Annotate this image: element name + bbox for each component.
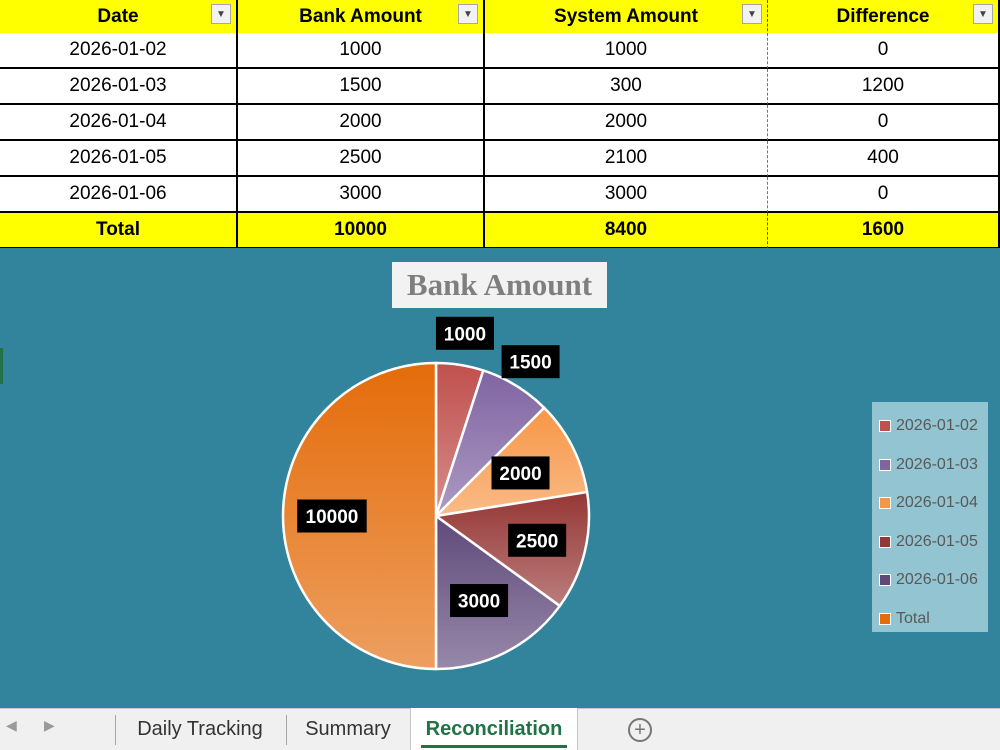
legend-label: 2026-01-03 — [896, 455, 978, 473]
data-label-text: 1000 — [444, 324, 486, 345]
chart-title[interactable]: Bank Amount — [392, 262, 607, 308]
data-label[interactable]: 2500 — [508, 523, 567, 557]
data-label[interactable]: 10000 — [297, 499, 367, 533]
chart-legend[interactable]: 2026-01-02 2026-01-03 2026-01-04 2026-01-05… — [872, 402, 988, 632]
scroll-left-icon[interactable]: ◀ — [6, 717, 17, 734]
data-label-text: 1500 — [509, 353, 551, 374]
tab-daily-tracking[interactable]: Daily Tracking — [120, 709, 280, 750]
tab-summary[interactable]: Summary — [292, 709, 404, 750]
tab-divider — [286, 715, 287, 745]
legend-label: Total — [896, 609, 930, 627]
legend-item[interactable]: 2026-01-02 — [872, 407, 988, 446]
legend-swatch — [879, 497, 891, 510]
legend-label: 2026-01-02 — [896, 417, 978, 435]
data-label[interactable]: 2000 — [491, 456, 550, 490]
legend-swatch — [879, 612, 891, 625]
legend-item[interactable]: Total — [872, 600, 988, 639]
data-label[interactable]: 1500 — [501, 345, 560, 379]
scroll-right-icon[interactable]: ▶ — [44, 717, 55, 734]
data-label-text: 10000 — [306, 507, 359, 528]
legend-label: 2026-01-06 — [896, 571, 978, 589]
sheet-tab-bar: ◀ ▶ Daily Tracking Summary Reconciliatio… — [0, 708, 1000, 750]
tab-divider — [115, 715, 116, 745]
legend-label: 2026-01-05 — [896, 532, 978, 550]
legend-item[interactable]: 2026-01-05 — [872, 523, 988, 562]
data-label-text: 2000 — [499, 464, 541, 485]
pie-chart[interactable]: 1000 1500 2000 2500 3000 10000 — [0, 0, 1000, 750]
data-label-text: 3000 — [458, 592, 500, 613]
legend-item[interactable]: 2026-01-03 — [872, 446, 988, 485]
data-label-text: 2500 — [516, 531, 558, 552]
legend-item[interactable]: 2026-01-06 — [872, 561, 988, 600]
legend-swatch — [879, 420, 891, 433]
legend-swatch — [879, 574, 891, 587]
tab-reconciliation[interactable]: Reconciliation — [410, 708, 578, 750]
data-label[interactable]: 3000 — [450, 584, 509, 618]
legend-item[interactable]: 2026-01-04 — [872, 484, 988, 523]
legend-swatch — [879, 535, 891, 548]
legend-swatch — [879, 458, 891, 471]
data-label[interactable]: 1000 — [435, 316, 494, 350]
legend-label: 2026-01-04 — [896, 494, 978, 512]
plus-circle-icon[interactable]: + — [628, 718, 652, 742]
